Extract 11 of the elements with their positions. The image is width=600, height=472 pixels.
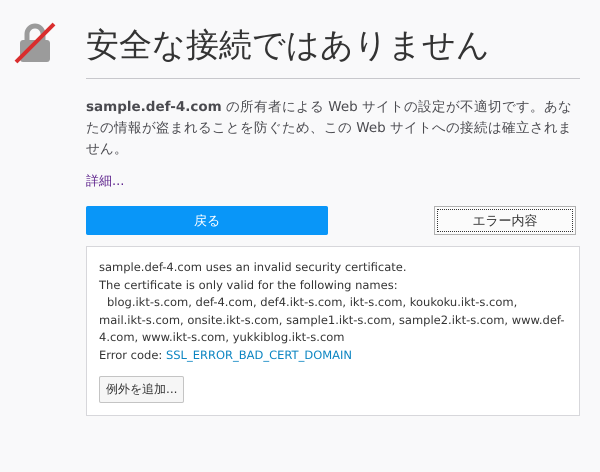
add-exception-button[interactable]: 例外を追加...	[99, 376, 184, 403]
summary-text: sample.def-4.com uses an invalid security certificate.	[99, 259, 408, 276]
certificate-names: blog.ikt-s.com, def-4.com, def4.ikt-s.com, ikt-s.com, koukoku.ikt-s.com, mail.ikt-s.com, onsite.ikt-s.com, sample1.ikt-s.com, sample2.ikt-s.com, www.def-4.com, www.ikt-s.com, yukkiblog.ikt-s.com	[99, 294, 566, 346]
error-details-button[interactable]: エラー内容	[434, 206, 576, 235]
error-description: sample.def-4.com の所有者による Web サイトの設定が不適切です。あなたの情報が盗まれることを防ぐため、この Web サイトへの接続は確立されません。	[86, 98, 574, 159]
page-title: 安全な接続ではありません	[86, 22, 580, 79]
crossed-lock-icon	[14, 22, 56, 64]
names-heading: The certificate is only valid for the following names:	[99, 276, 399, 294]
error-code-link[interactable]: SSL_ERROR_BAD_CERT_DOMAIN	[166, 348, 352, 362]
details-link[interactable]: 詳細...	[86, 172, 124, 190]
error-code-label: Error code:	[99, 348, 162, 362]
